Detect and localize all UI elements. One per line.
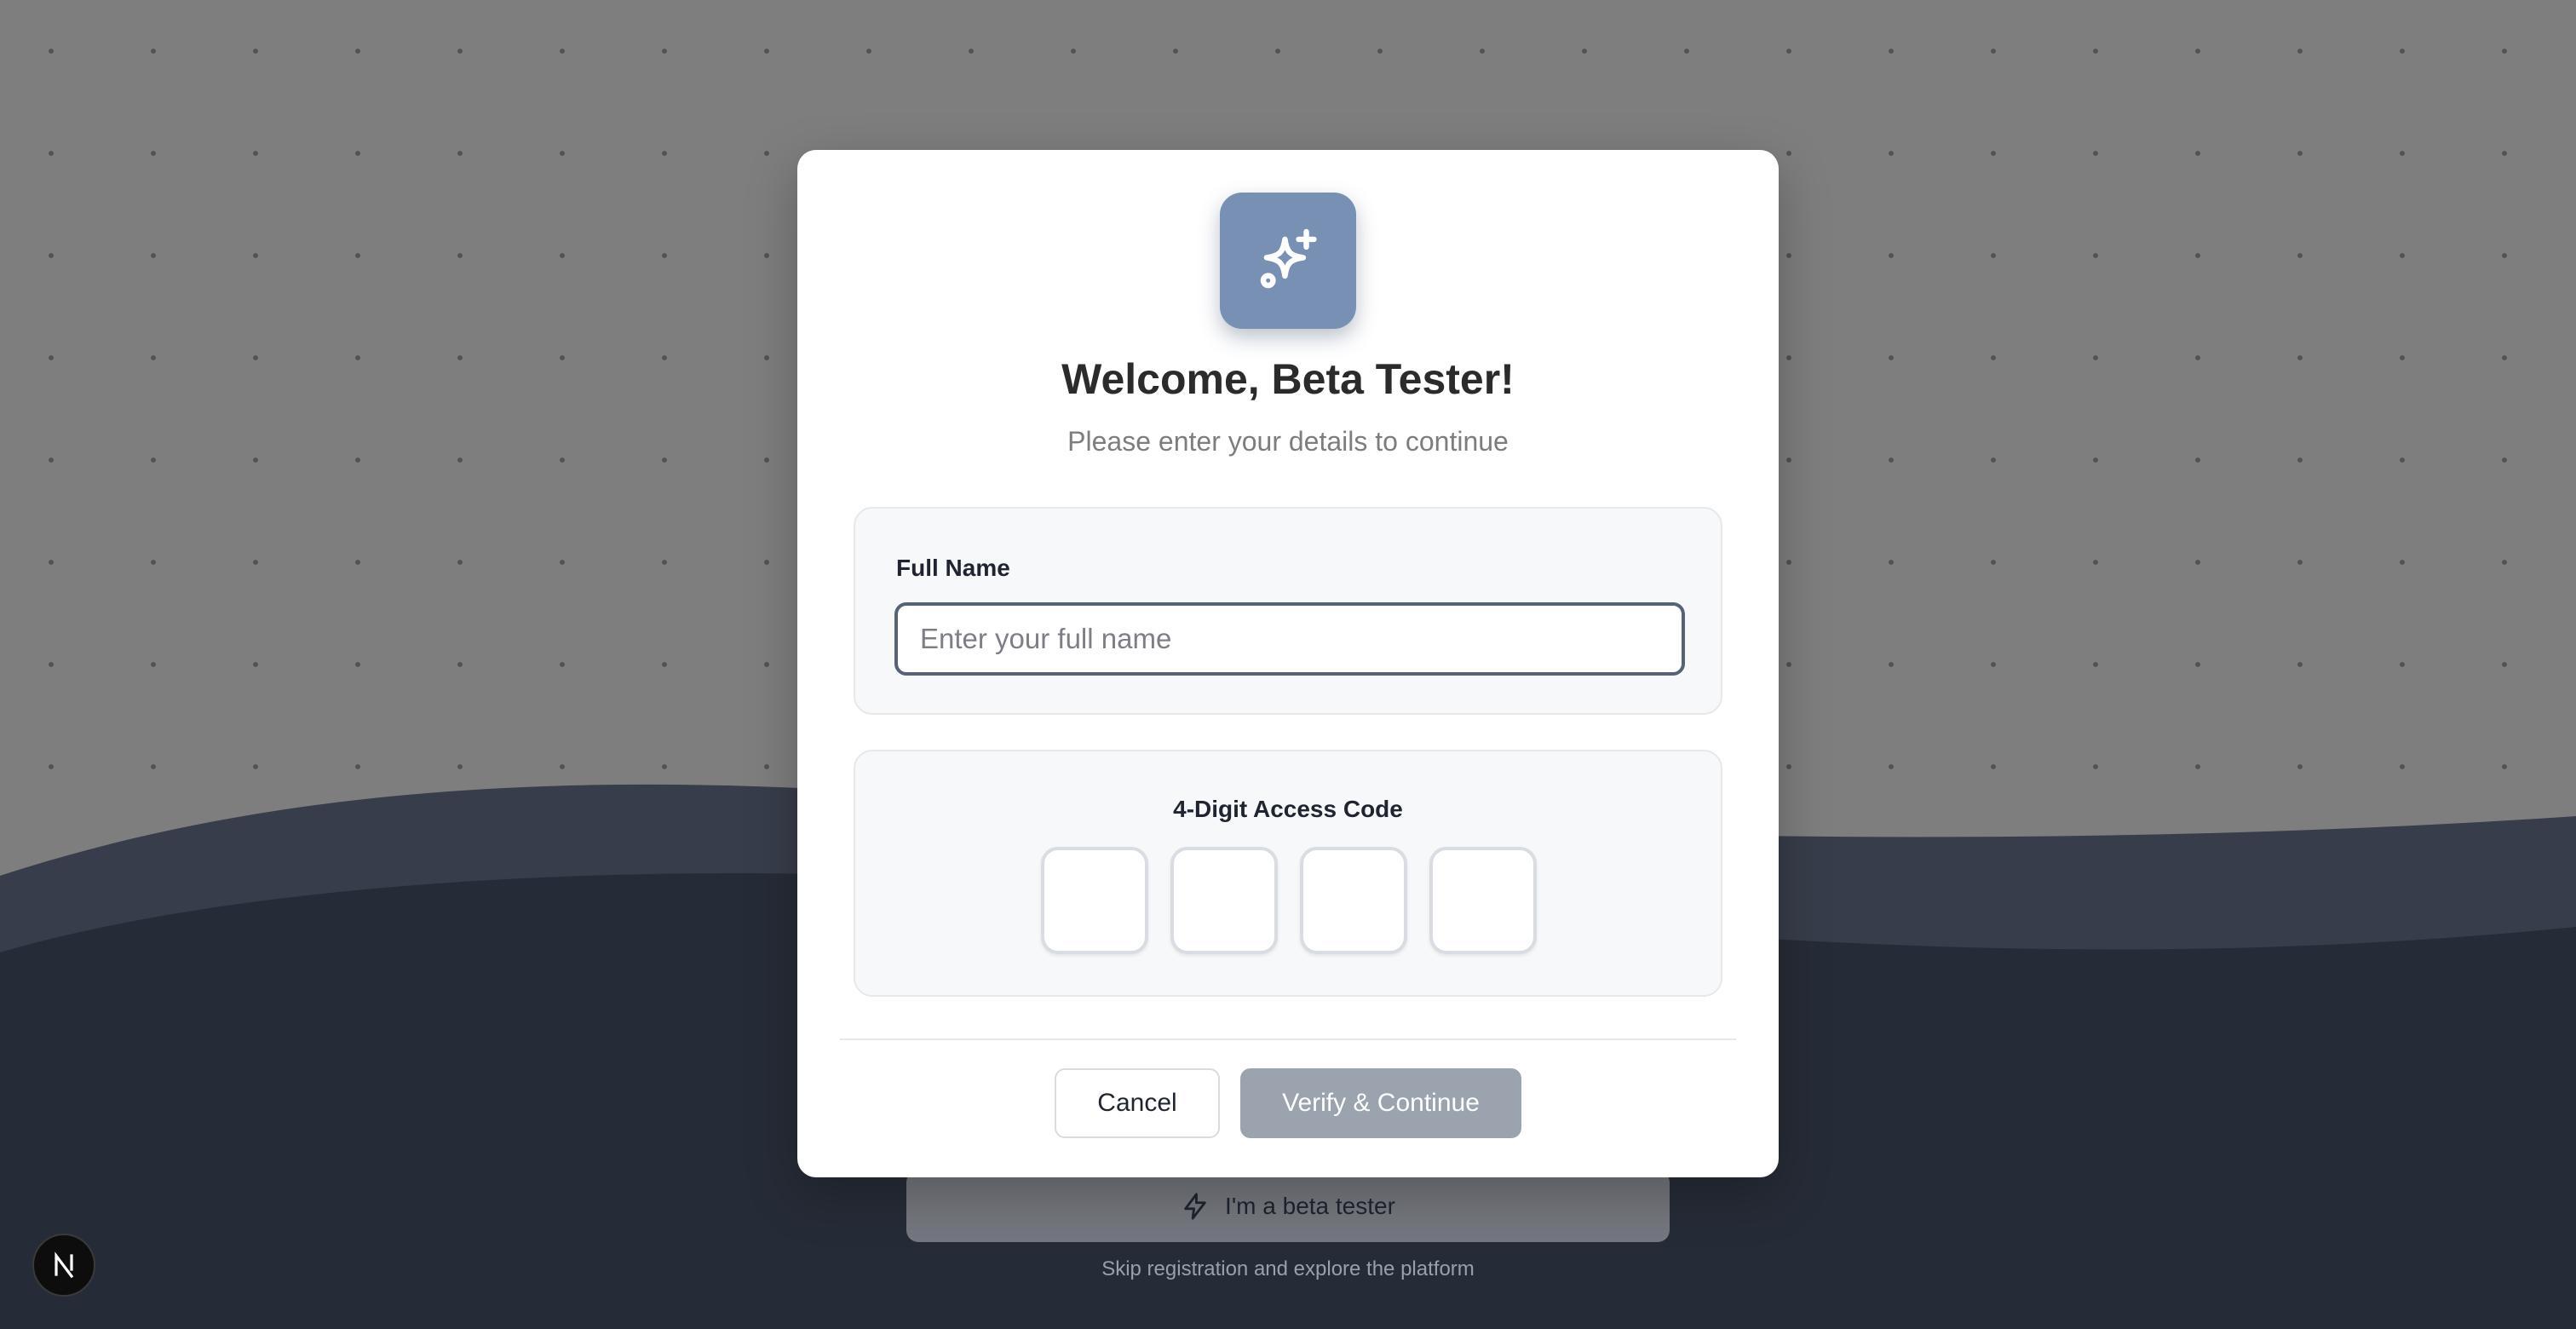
access-code-digit-1[interactable] [1041,847,1148,954]
zap-icon [1184,1193,1206,1220]
beta-tester-modal: Welcome, Beta Tester! Please enter your … [797,150,1779,1177]
nextjs-n-icon [55,1251,74,1279]
access-code-digit-2[interactable] [1170,847,1278,954]
access-code-inputs [1041,847,1537,954]
skip-registration-text: Skip registration and explore the platfo… [1101,1257,1475,1280]
full-name-label: Full Name [896,555,1010,581]
footer-divider [840,1038,1736,1040]
logo-tile [1220,193,1356,329]
beta-tester-button[interactable]: I'm a beta tester [906,1171,1670,1242]
access-code-digit-4[interactable] [1429,847,1537,954]
modal-title: Welcome, Beta Tester! [1061,355,1515,403]
full-name-input[interactable] [894,602,1685,676]
cancel-button[interactable]: Cancel [1055,1068,1220,1138]
modal-subtitle: Please enter your details to continue [1067,426,1509,457]
access-code-digit-3[interactable] [1300,847,1407,954]
nextjs-badge[interactable] [32,1234,95,1297]
beta-tester-label: I'm a beta tester [1225,1193,1395,1219]
sparkles-icon [1260,228,1317,289]
full-name-section: Full Name [854,507,1722,715]
access-code-label: 4-Digit Access Code [1173,796,1403,822]
page-background: I'm a beta tester Skip registration and … [0,0,2576,1329]
access-code-section: 4-Digit Access Code [854,750,1722,997]
verify-continue-button[interactable]: Verify & Continue [1240,1068,1521,1138]
